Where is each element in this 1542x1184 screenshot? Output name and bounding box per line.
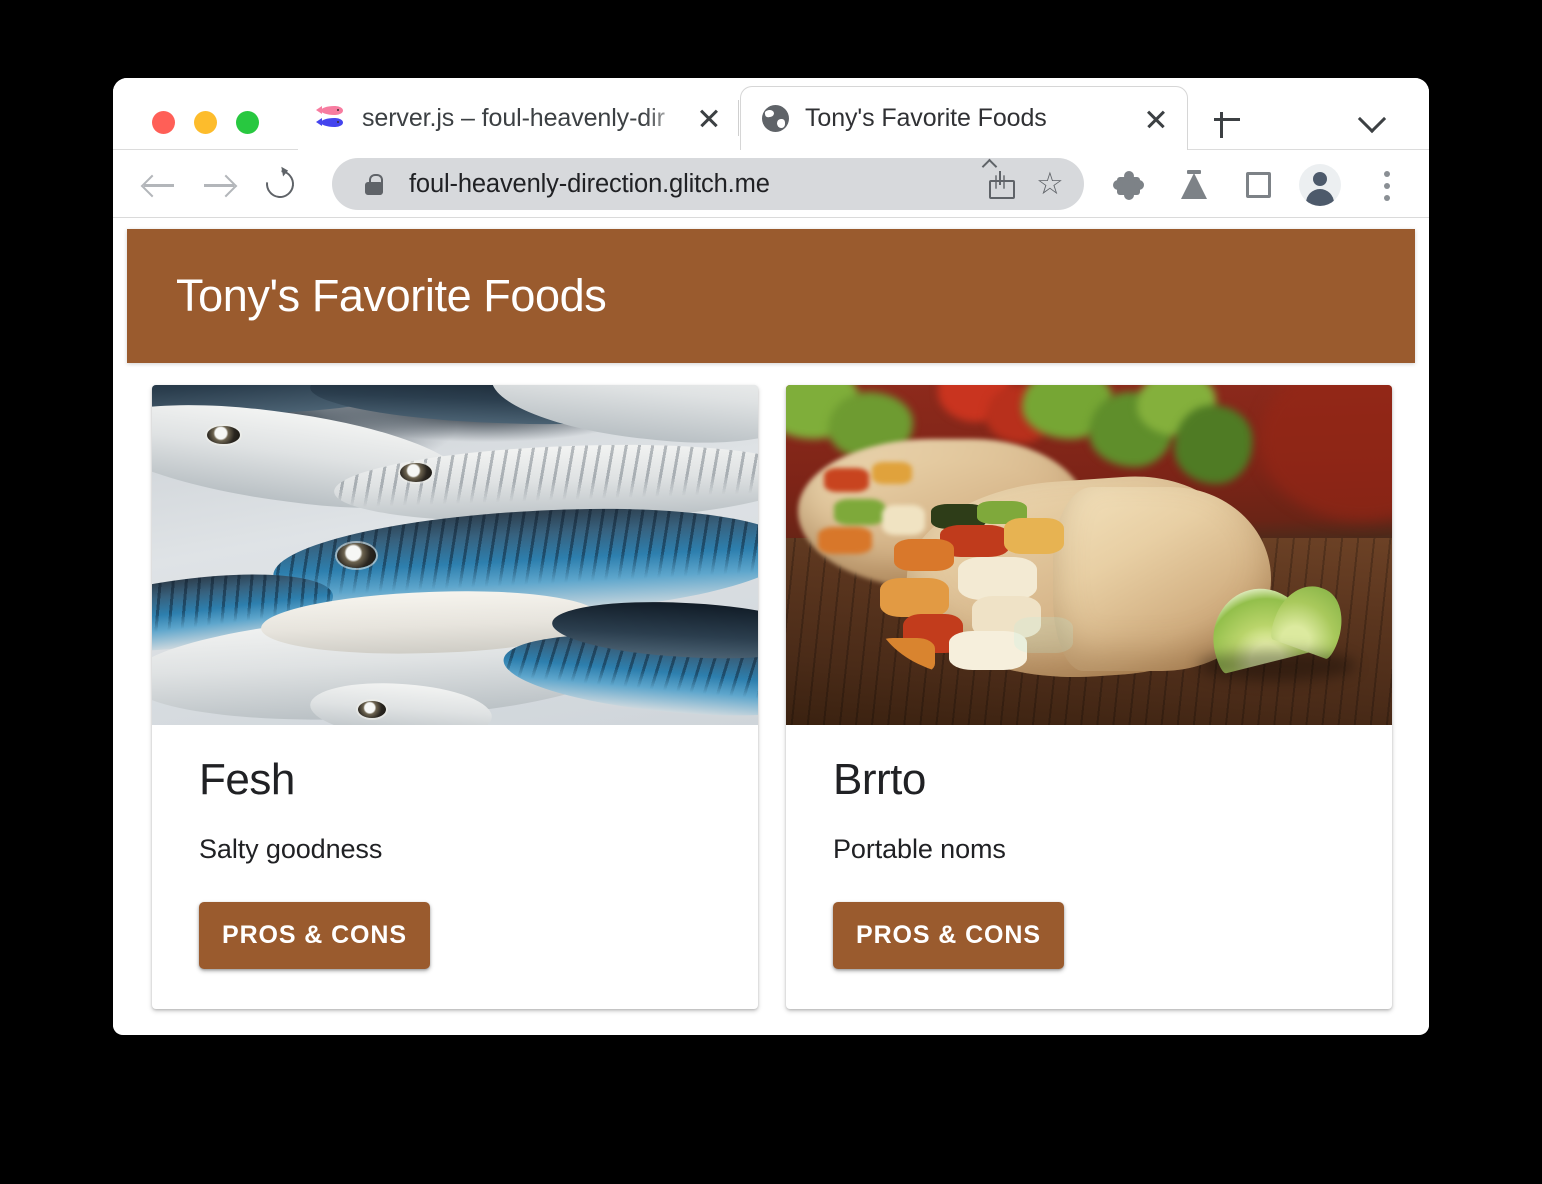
reload-icon	[260, 164, 300, 204]
card-actions: PROS & CONS	[152, 865, 758, 1009]
reload-button[interactable]	[260, 164, 301, 205]
page-title: Tony's Favorite Foods	[176, 270, 607, 321]
share-icon[interactable]	[978, 158, 1022, 206]
chrome-menu-icon[interactable]	[1367, 164, 1409, 206]
chevron-down-icon[interactable]	[1358, 104, 1386, 132]
tab-title: server.js – foul-heavenly-dir	[362, 103, 665, 132]
food-card-fesh[interactable]: Fesh Salty goodness PROS & CONS	[152, 385, 758, 1009]
arrow-right-icon	[203, 174, 235, 196]
card-actions: PROS & CONS	[786, 865, 1392, 1009]
back-button[interactable]	[139, 165, 179, 205]
card-description: Portable noms	[833, 834, 1006, 864]
food-card-brrto[interactable]: Brrto Portable noms PROS & CONS	[786, 385, 1392, 1009]
site-header-banner: Tony's Favorite Foods	[127, 229, 1415, 363]
tab-strip: server.js – foul-heavenly-dir Tony's Fav…	[113, 78, 1429, 150]
profile-avatar-icon[interactable]	[1299, 164, 1341, 206]
address-bar[interactable]: foul-heavenly-direction.glitch.me ☆	[332, 158, 1084, 210]
browser-window: server.js – foul-heavenly-dir Tony's Fav…	[113, 78, 1429, 1035]
side-panel-icon[interactable]	[1237, 164, 1279, 206]
browser-toolbar: foul-heavenly-direction.glitch.me ☆	[113, 150, 1429, 218]
maximize-window-button[interactable]	[236, 111, 259, 134]
burrito-photo	[786, 385, 1392, 725]
fish-streamer-icon	[316, 102, 348, 134]
card-title: Fesh	[199, 755, 295, 804]
tab-divider	[738, 100, 739, 136]
page-viewport: Tony's Favorite Foods Fesh Salty goodnes…	[113, 218, 1429, 1033]
card-description: Salty goodness	[199, 834, 383, 864]
card-body: Fesh Salty goodness	[152, 725, 758, 865]
bookmark-star-icon[interactable]: ☆	[1028, 162, 1072, 206]
forward-button[interactable]	[199, 165, 239, 205]
fish-photo	[152, 385, 758, 725]
food-card-list: Fesh Salty goodness PROS & CONS Brrto Po…	[152, 385, 1392, 1009]
close-icon[interactable]	[1139, 102, 1173, 136]
tab-tonys-favorite-foods[interactable]: Tony's Favorite Foods	[740, 86, 1188, 150]
card-title: Brrto	[833, 755, 926, 804]
lock-icon[interactable]	[365, 173, 387, 195]
pros-and-cons-button[interactable]: PROS & CONS	[199, 902, 430, 969]
pros-and-cons-button[interactable]: PROS & CONS	[833, 902, 1064, 969]
new-tab-button[interactable]	[1208, 100, 1246, 138]
omnibox-actions: ☆	[978, 158, 1072, 206]
experiments-flask-icon[interactable]	[1173, 164, 1215, 206]
star-glyph: ☆	[1036, 166, 1064, 201]
card-body: Brrto Portable noms	[786, 725, 1392, 865]
window-controls	[152, 111, 259, 134]
extensions-puzzle-icon[interactable]	[1108, 164, 1150, 206]
minimize-window-button[interactable]	[194, 111, 217, 134]
tabs-area: server.js – foul-heavenly-dir Tony's Fav…	[298, 78, 1429, 150]
tab-title: Tony's Favorite Foods	[805, 104, 1047, 132]
close-icon[interactable]	[692, 101, 726, 135]
close-window-button[interactable]	[152, 111, 175, 134]
arrow-left-icon	[143, 174, 175, 196]
screenshot-stage: server.js – foul-heavenly-dir Tony's Fav…	[0, 0, 1542, 1184]
globe-icon	[759, 103, 791, 135]
tab-server-js[interactable]: server.js – foul-heavenly-dir	[298, 86, 740, 150]
url-text: foul-heavenly-direction.glitch.me	[409, 169, 770, 198]
